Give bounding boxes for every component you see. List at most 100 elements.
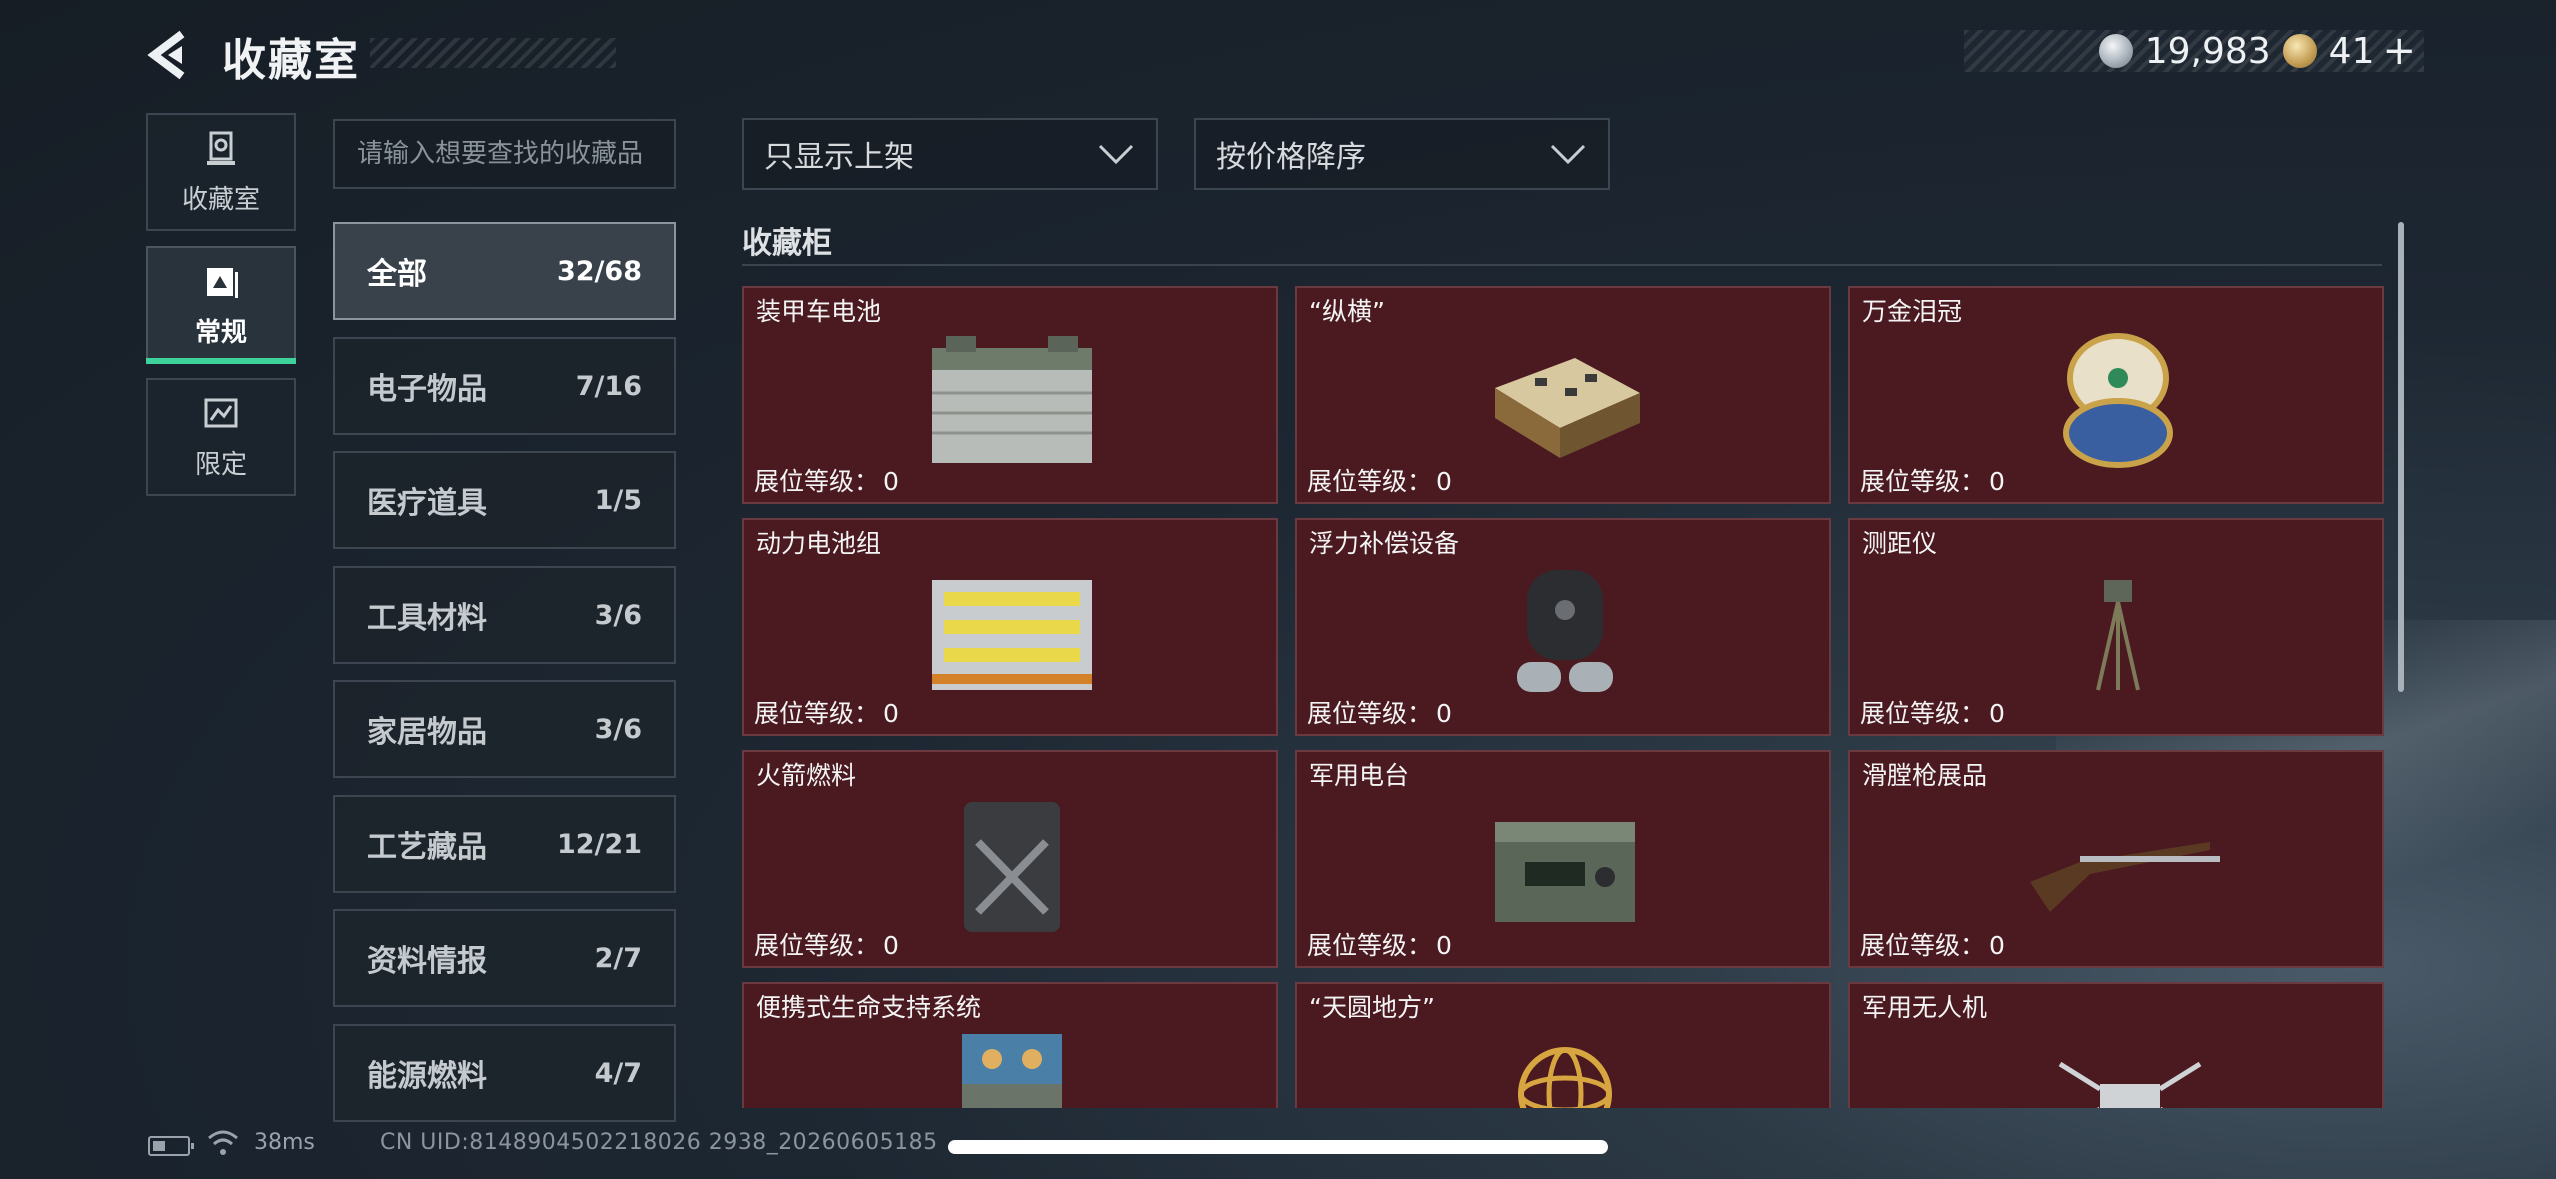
display-filter-value: 只显示上架	[764, 140, 914, 175]
side-tab-collection-room[interactable]: 收藏室	[146, 113, 296, 231]
category-household[interactable]: 家居物品 3/6	[333, 680, 676, 778]
booth-level-value: 0	[1436, 467, 1452, 496]
category-intel[interactable]: 资料情报 2/7	[333, 909, 676, 1007]
collection-card[interactable]: 火箭燃料 展位等级： 0	[742, 750, 1278, 968]
booth-level: 展位等级： 0	[1856, 462, 2005, 498]
booth-level-label: 展位等级：	[1860, 467, 1986, 496]
booth-level: 展位等级： 0	[750, 694, 899, 730]
item-name: 动力电池组	[756, 529, 882, 558]
buoyancy-device-icon	[1517, 570, 1613, 692]
item-name: “天圆地方”	[1309, 993, 1435, 1022]
booth-level-label: 展位等级：	[754, 699, 880, 728]
back-arrow-icon[interactable]	[142, 26, 200, 84]
currency-bar: 19,983 41 +	[1964, 28, 2424, 74]
limited-icon	[204, 398, 238, 427]
category-medical[interactable]: 医疗道具 1/5	[333, 451, 676, 549]
booth-level-value: 0	[1989, 931, 2005, 960]
collection-card[interactable]: 装甲车电池 展位等级： 0	[742, 286, 1278, 504]
side-tab-regular[interactable]: 常规	[146, 246, 296, 364]
category-name: 能源燃料	[367, 1059, 487, 1094]
booth-level-value: 0	[1989, 467, 2005, 496]
side-tab-label: 收藏室	[181, 184, 260, 215]
section-divider	[742, 264, 2382, 266]
category-crafts[interactable]: 工艺藏品 12/21	[333, 795, 676, 893]
booth-level-label: 展位等级：	[1307, 699, 1433, 728]
item-name: 万金泪冠	[1862, 297, 1963, 326]
collection-icon	[207, 267, 238, 298]
wifi-icon	[208, 1130, 238, 1155]
category-tools[interactable]: 工具材料 3/6	[333, 566, 676, 664]
booth-level-value: 0	[883, 931, 899, 960]
booth-level-value: 0	[1989, 699, 2005, 728]
booth-level-label: 展位等级：	[1860, 931, 1986, 960]
armillary-sphere-icon	[1518, 1047, 1612, 1108]
category-name: 资料情报	[367, 944, 487, 979]
musket-icon	[2030, 842, 2220, 912]
collection-card[interactable]: 便携式生命支持系统 展位等级：0	[742, 982, 1278, 1108]
display-filter-dropdown[interactable]: 只显示上架	[742, 118, 1158, 190]
collection-card[interactable]: 浮力补偿设备 展位等级： 0	[1295, 518, 1831, 736]
booth-level-label: 展位等级：	[1307, 467, 1433, 496]
category-count: 4/7	[594, 1057, 642, 1089]
category-name: 工具材料	[367, 601, 487, 636]
item-name: 火箭燃料	[756, 761, 857, 790]
category-name: 全部	[367, 257, 427, 292]
chess-box-icon	[1495, 358, 1640, 458]
page-title: 收藏室	[222, 35, 360, 86]
sort-dropdown[interactable]: 按价格降序	[1194, 118, 1610, 190]
title-decoration	[370, 38, 616, 68]
booth-level: 展位等级： 0	[1856, 926, 2005, 962]
scrollbar[interactable]	[2398, 222, 2404, 692]
category-count: 32/68	[556, 255, 642, 287]
category-count: 3/6	[594, 599, 642, 631]
side-tab-label: 常规	[194, 317, 247, 348]
category-electronics[interactable]: 电子物品 7/16	[333, 337, 676, 435]
gold-coin-icon	[2282, 34, 2317, 68]
silver-currency-value: 19,983	[2144, 30, 2271, 72]
item-name: 军用电台	[1309, 761, 1410, 790]
add-currency-button[interactable]: +	[2382, 28, 2416, 74]
gold-currency-value: 41	[2328, 30, 2375, 72]
booth-level: 展位等级： 0	[1303, 926, 1452, 962]
booth-level: 展位等级： 0	[1303, 694, 1452, 730]
collection-card[interactable]: “纵横” 展位等级： 0	[1295, 286, 1831, 504]
category-name: 家居物品	[367, 715, 487, 750]
category-count: 7/16	[575, 370, 642, 402]
item-name: 装甲车电池	[756, 297, 882, 326]
drone-icon	[2058, 1061, 2202, 1108]
collection-card[interactable]: 滑膛枪展品 展位等级： 0	[1848, 750, 2384, 968]
user-uid: CN UID:8148904502218026 2938_20260605185	[380, 1130, 938, 1155]
side-tab-limited[interactable]: 限定	[146, 378, 296, 496]
power-battery-pack-icon	[932, 580, 1092, 690]
item-name: 浮力补偿设备	[1309, 529, 1460, 558]
battery-icon	[148, 1136, 194, 1156]
rangefinder-icon	[2096, 580, 2140, 691]
booth-level-label: 展位等级：	[754, 467, 880, 496]
search-input[interactable]	[333, 119, 676, 189]
category-name: 工艺藏品	[367, 830, 487, 865]
collection-card[interactable]: 动力电池组 展位等级： 0	[742, 518, 1278, 736]
collection-grid: 装甲车电池 展位等级： 0 “纵横” 展位等级： 0 万金泪冠 展位等级： 0 动力电	[740, 282, 2386, 1108]
booth-level-value: 0	[883, 699, 899, 728]
trophy-icon	[207, 131, 235, 165]
category-count: 3/6	[594, 713, 642, 745]
ping-value: 38ms	[254, 1130, 315, 1155]
battery-item-icon	[932, 336, 1092, 463]
collection-card[interactable]: 测距仪 展位等级： 0	[1848, 518, 2384, 736]
category-all[interactable]: 全部 32/68	[333, 222, 676, 320]
collection-card[interactable]: 军用无人机 展位等级：0	[1848, 982, 2384, 1108]
category-count: 2/7	[594, 942, 642, 974]
collection-card[interactable]: 军用电台 展位等级： 0	[1295, 750, 1831, 968]
collection-card[interactable]: 万金泪冠 展位等级： 0	[1848, 286, 2384, 504]
booth-level-value: 0	[1436, 699, 1452, 728]
collection-card[interactable]: “天圆地方” 展位等级：0	[1295, 982, 1831, 1108]
booth-level-label: 展位等级：	[754, 931, 880, 960]
category-count: 12/21	[556, 828, 642, 860]
category-fuel[interactable]: 能源燃料 4/7	[333, 1024, 676, 1122]
home-indicator[interactable]	[948, 1140, 1608, 1154]
chevron-down-icon	[1550, 144, 1586, 165]
jeweled-egg-icon	[2063, 333, 2173, 468]
chevron-down-icon	[1098, 144, 1134, 165]
booth-level: 展位等级： 0	[750, 462, 899, 498]
item-name: “纵横”	[1309, 297, 1385, 326]
